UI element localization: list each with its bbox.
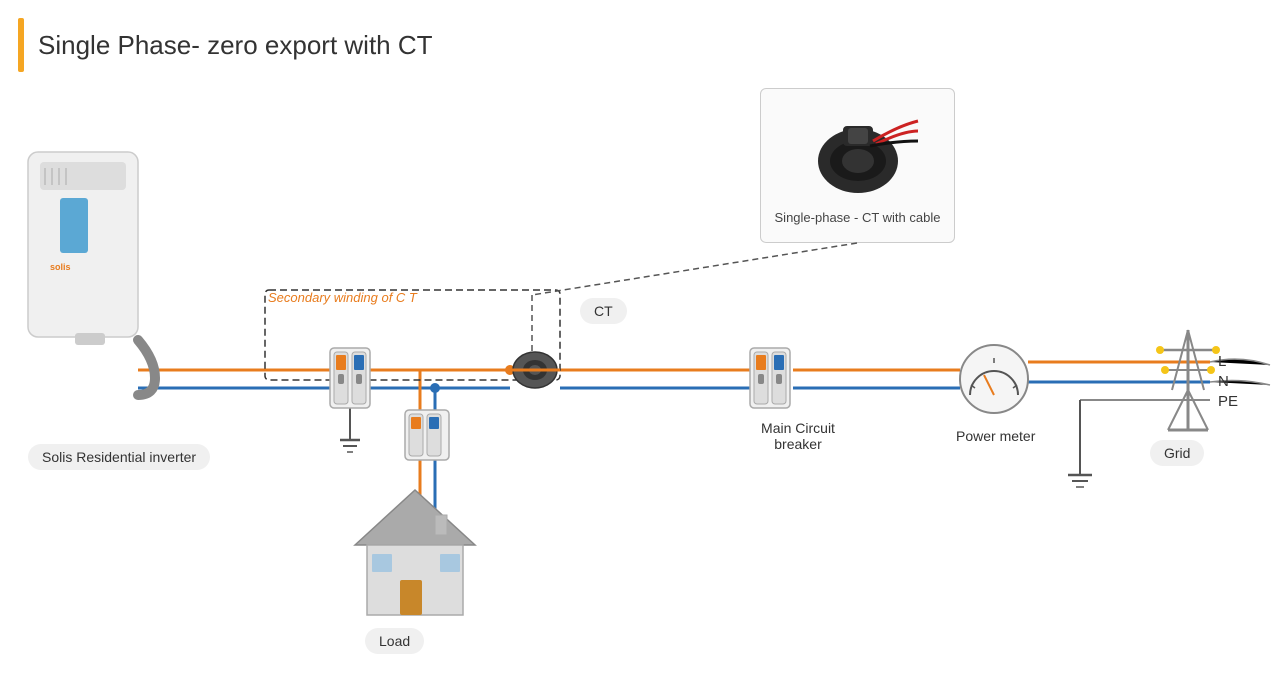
svg-text:L: L	[1218, 353, 1226, 370]
diagram-svg: solis	[0, 0, 1284, 692]
diagram-container: Single Phase- zero export with CT Single…	[0, 0, 1284, 692]
grid-label: Grid	[1150, 440, 1204, 466]
svg-text:solis: solis	[50, 262, 71, 272]
main-circuit-breaker-label: Main Circuit breaker	[748, 420, 848, 452]
svg-text:N: N	[1218, 373, 1229, 390]
svg-text:PE: PE	[1218, 393, 1238, 410]
ct-label: CT	[580, 298, 627, 324]
inverter-label: Solis Residential inverter	[28, 444, 210, 470]
power-meter-label: Power meter	[956, 428, 1035, 444]
secondary-winding-label: Secondary winding of C T	[268, 290, 417, 305]
load-label: Load	[365, 628, 424, 654]
